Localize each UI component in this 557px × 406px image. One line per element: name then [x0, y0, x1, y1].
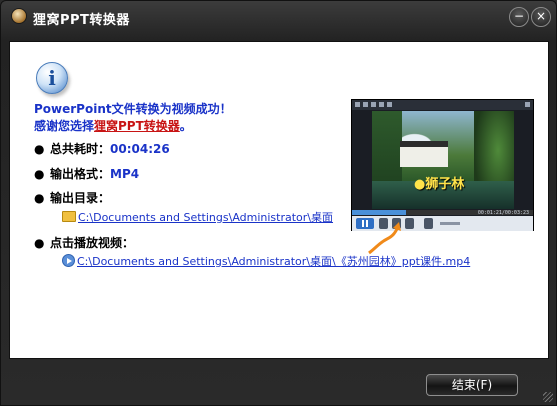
total-time-value: 00:04:26: [110, 142, 170, 156]
thanks-suffix: 。: [179, 119, 192, 133]
finish-button[interactable]: 结束(F): [426, 374, 518, 396]
play-icon: [62, 254, 75, 267]
video-file-link[interactable]: C:\Documents and Settings\Administrator\…: [62, 253, 470, 269]
format-value: MP4: [110, 167, 140, 181]
output-dir-row: ● 输出目录：: [34, 189, 110, 206]
thanks-prefix: 感谢您选择: [34, 119, 95, 133]
video-preview[interactable]: ●狮子林 00:01:21/00:03:23: [351, 99, 534, 231]
output-dir-link[interactable]: C:\Documents and Settings\Administrator\…: [62, 209, 333, 225]
format-label: 输出格式：: [50, 167, 111, 181]
resize-grip[interactable]: [543, 392, 553, 402]
play-video-label: 点击播放视频：: [50, 236, 135, 250]
success-message: PowerPoint文件转换为视频成功！: [34, 102, 232, 116]
info-icon: i: [36, 62, 68, 94]
thanks-message: 感谢您选择狸窝PPT转换器。: [34, 117, 192, 134]
minimize-button[interactable]: −: [509, 7, 529, 27]
pavilion-shape: [400, 141, 448, 167]
video-file-path[interactable]: C:\Documents and Settings\Administrator\…: [77, 255, 470, 268]
close-button[interactable]: ×: [531, 7, 551, 27]
window-title: 狸窝PPT转换器: [33, 13, 130, 28]
format-row: ● 输出格式：MP4: [34, 165, 139, 182]
title-bar: 狸窝PPT转换器 − ×: [1, 1, 556, 33]
folder-icon: [62, 211, 76, 222]
output-dir-label: 输出目录：: [50, 191, 111, 205]
app-logo-icon: [11, 8, 27, 24]
content-panel: i PowerPoint文件转换为视频成功！ 感谢您选择狸窝PPT转换器。 ● 总…: [9, 41, 549, 359]
volume-slider[interactable]: [440, 222, 460, 225]
bullet: ●: [34, 236, 45, 250]
bullet: ●: [34, 142, 45, 156]
orange-arrow-icon: [368, 222, 401, 255]
bullet: ●: [34, 167, 45, 181]
brand-link[interactable]: 狸窝PPT转换器: [94, 119, 180, 133]
player-toolbar: [352, 100, 533, 110]
output-dir-path[interactable]: C:\Documents and Settings\Administrator\…: [78, 211, 333, 224]
volume-icon[interactable]: [424, 218, 433, 229]
app-window: 狸窝PPT转换器 − × i PowerPoint文件转换为视频成功！ 感谢您选…: [0, 0, 557, 406]
preview-image: ●狮子林: [372, 111, 514, 209]
total-time-row: ● 总共耗时：00:04:26: [34, 140, 170, 157]
stop-icon[interactable]: [405, 218, 414, 229]
bullet: ●: [34, 191, 45, 205]
total-time-label: 总共耗时：: [50, 142, 111, 156]
preview-caption: ●狮子林: [414, 177, 465, 192]
play-video-row: ● 点击播放视频：: [34, 234, 134, 251]
